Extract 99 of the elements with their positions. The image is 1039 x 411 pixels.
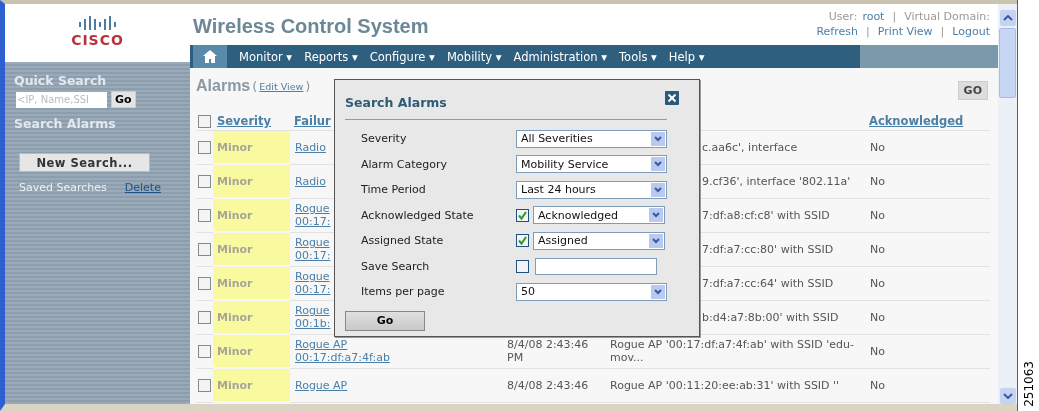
nav-menu[interactable]: Reports ▾ (304, 49, 358, 64)
checkbox[interactable] (516, 259, 529, 273)
dropdown[interactable]: Acknowledged (533, 206, 665, 225)
scroll-up-button[interactable] (999, 10, 1016, 26)
dropdown[interactable]: All Severities (516, 129, 667, 148)
severity-cell: Minor (213, 232, 290, 266)
failure-link[interactable]: 00:17:df:a7:4f:ab (295, 351, 505, 364)
new-search-button[interactable]: New Search... (19, 153, 150, 172)
go-button[interactable]: Go (345, 310, 425, 331)
scroll-down-button[interactable] (999, 388, 1016, 404)
saved-searches-label: Saved Searches (19, 181, 107, 194)
acknowledged-cell-text: No (869, 276, 885, 290)
field-label: Acknowledged State (361, 208, 475, 222)
header-link[interactable]: Refresh (816, 24, 858, 39)
row-checkbox[interactable] (198, 242, 211, 256)
search-name-field[interactable] (535, 257, 657, 275)
search-alarms-heading: Search Alarms (14, 116, 117, 131)
acknowledged-cell-text: No (869, 208, 885, 222)
failure-link[interactable]: Rogue AP (295, 338, 505, 351)
paren: ( (252, 78, 258, 94)
nav-menu[interactable]: Configure ▾ (369, 49, 435, 64)
checkbox[interactable] (516, 208, 529, 222)
delete-link[interactable]: Delete (124, 181, 161, 194)
paren: ) (305, 78, 311, 94)
row-checkbox[interactable] (198, 174, 211, 188)
severity-cell: Minor (213, 266, 290, 300)
nav-menu[interactable]: Mobility ▾ (446, 49, 502, 64)
field-label: Severity (361, 132, 408, 146)
message-cell: 7:df:a7:cc:80' with SSID (702, 242, 834, 256)
acknowledged-cell-text: No (869, 174, 885, 188)
message-cell: 7:df:a8:cf:c8' with SSID (702, 208, 830, 222)
acknowledged-cell-text: No (869, 344, 885, 358)
nav-menu[interactable]: Help ▾ (668, 49, 705, 64)
edit-view-link[interactable]: Edit View (259, 80, 304, 92)
header-link[interactable]: Print View (877, 24, 933, 39)
severity-cell: Minor (213, 164, 290, 198)
field-label: Assigned State (361, 234, 445, 248)
message-cell-text: Rogue AP '00:17:df:a7:4f:ab' with SSID 'edu-mov... (610, 338, 855, 364)
row-checkbox[interactable] (198, 141, 211, 154)
dropdown[interactable]: 50 (516, 282, 667, 301)
acknowledged-cell-text: No (869, 242, 885, 256)
go-button[interactable]: Go (111, 91, 136, 108)
message-cell: c.aa6c', interface (702, 140, 798, 154)
field-label: Alarm Category (361, 157, 449, 171)
go-button[interactable]: GO (957, 80, 988, 100)
severity-cell: Minor (213, 130, 290, 164)
column-header[interactable]: Severity (213, 114, 271, 128)
page-title: Alarms (196, 77, 251, 95)
dropdown[interactable]: Last 24 hours (516, 180, 667, 199)
row-checkbox[interactable] (198, 310, 211, 324)
figure-number: 251063 (1021, 361, 1036, 407)
column-header[interactable]: Acknowledged (865, 114, 964, 128)
message-cell: 9.cf36', interface '802.11a' (702, 174, 851, 188)
select-all-checkbox[interactable] (198, 114, 211, 128)
user-name: root (862, 9, 885, 24)
header-link[interactable]: Logout (952, 24, 990, 39)
message-cell: b:d4:a7:8b:00' with SSID (702, 310, 839, 324)
severity-cell: Minor (213, 198, 290, 232)
failure-link[interactable]: Rogue AP (295, 378, 505, 392)
row-checkbox[interactable] (198, 276, 211, 290)
separator: | (940, 24, 945, 39)
home-icon (203, 50, 217, 63)
field-label: Time Period (361, 183, 427, 197)
message-cell: Rogue AP '00:11:20:ee:ab:31' with SSID '' (610, 378, 840, 392)
dropdown[interactable]: Assigned (533, 231, 665, 250)
logo-bars-icon (77, 15, 118, 31)
scrollbar[interactable] (998, 0, 1017, 411)
message-cell: 7:df:a7:cc:64' with SSID (702, 276, 834, 290)
quick-search-heading: Quick Search (14, 73, 108, 88)
date-cell-text: 8/4/08 2:43:46 PM (506, 338, 590, 364)
dropdown[interactable]: Mobility Service (516, 155, 667, 174)
severity-cell: Minor (213, 300, 290, 334)
row-checkbox[interactable] (198, 344, 211, 358)
quick-search-field[interactable]: <IP, Name,SSI (16, 91, 107, 108)
nav-menu[interactable]: Monitor ▾ (239, 49, 293, 64)
severity-cell: Minor (213, 368, 290, 402)
domain-label: Virtual Domain: (904, 9, 990, 24)
nav-menu[interactable]: Administration ▾ (513, 49, 608, 64)
field-label: Items per page (361, 285, 446, 299)
nav-menu[interactable]: Tools ▾ (619, 49, 657, 64)
field-label: Save Search (361, 259, 431, 273)
acknowledged-cell-text: No (869, 310, 885, 324)
date-cell-text: 8/4/08 2:43:46 (506, 378, 590, 392)
acknowledged-cell-text: No (869, 378, 885, 392)
home-button[interactable] (193, 45, 227, 68)
logo-text: CISCO (71, 31, 124, 49)
scrollbar-thumb[interactable] (999, 28, 1016, 98)
user-label: User: (828, 9, 858, 24)
row-checkbox[interactable] (198, 208, 211, 222)
column-header[interactable]: Failur (290, 114, 331, 128)
acknowledged-cell-text: No (869, 140, 885, 154)
severity-cell: Minor (213, 334, 290, 368)
separator: | (866, 24, 870, 39)
close-icon[interactable] (665, 91, 679, 105)
dialog-title: Search Alarms (345, 94, 447, 110)
row-checkbox[interactable] (198, 378, 211, 392)
separator: | (892, 9, 897, 24)
app-title: Wireless Control System (192, 14, 429, 39)
checkbox[interactable] (516, 234, 529, 248)
